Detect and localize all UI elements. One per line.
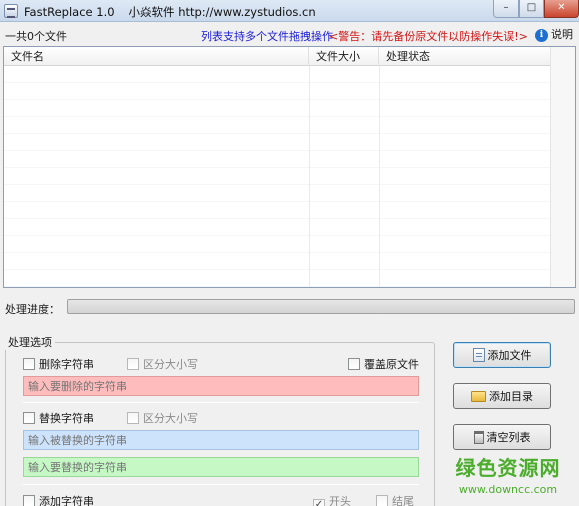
replace-string-input[interactable] [23,457,419,477]
column-header-filesize[interactable]: 文件大小 [309,47,379,66]
add-folder-button[interactable]: 添加目录 [453,383,551,409]
divider [23,484,419,485]
info-row: 一共0个文件 列表支持多个文件拖拽操作 <警告：请先备份原文件以防操作失误!> … [0,25,579,45]
replace-string-checkbox[interactable]: 替换字符串 [23,410,94,426]
app-icon [4,4,18,18]
progress-bar [67,299,575,314]
checkbox-box [376,495,388,506]
help-label: 说明 [551,28,573,41]
delete-case-label: 区分大小写 [143,358,198,371]
close-button[interactable]: ✕ [544,0,579,18]
replace-case-checkbox[interactable]: 区分大小写 [127,410,198,426]
add-start-label: 开头 [329,495,351,506]
add-end-label: 结尾 [392,495,414,506]
watermark-text: 绿色资源网 [455,456,561,480]
window-title: FastReplace 1.0 小焱软件 http://www.zystudios… [24,4,316,20]
folder-icon [471,390,486,402]
add-start-checkbox[interactable]: ✓ 开头 [313,493,351,506]
file-list[interactable]: 文件名 文件大小 处理状态 [3,46,576,288]
delete-case-checkbox[interactable]: 区分大小写 [127,356,198,372]
window-subtitle: 小焱软件 http://www.zystudios.cn [128,5,316,19]
checkbox-box [23,358,35,370]
trash-icon [473,430,484,444]
add-file-label: 添加文件 [487,349,532,362]
help-link[interactable]: i 说明 [535,26,573,42]
find-string-input[interactable] [23,430,419,450]
replace-string-label: 替换字符串 [39,412,94,425]
add-end-checkbox[interactable]: 结尾 [376,493,414,506]
list-scrollbar[interactable] [550,47,575,287]
add-string-label: 添加字符串 [39,495,94,506]
check-icon: ✓ [313,499,325,506]
checkbox-box [127,358,139,370]
add-string-checkbox[interactable]: 添加字符串 [23,493,94,506]
add-folder-label: 添加目录 [489,390,533,403]
drag-hint: 列表支持多个文件拖拽操作 [201,30,333,43]
watermark: 绿色资源网 www.downcc.com [438,452,578,496]
list-body[interactable] [4,66,551,287]
title-bar: FastReplace 1.0 小焱软件 http://www.zystudios… [0,0,579,22]
document-icon [472,348,485,362]
column-divider [309,66,310,287]
checkbox-box [127,412,139,424]
column-header-status[interactable]: 处理状态 [379,47,551,66]
column-header-filename[interactable]: 文件名 [4,47,309,66]
replace-case-label: 区分大小写 [143,412,198,425]
clear-list-button[interactable]: 清空列表 [453,424,551,450]
info-icon: i [535,28,548,42]
delete-string-label: 删除字符串 [39,358,94,371]
delete-string-input[interactable] [23,376,419,396]
overwrite-checkbox[interactable]: 覆盖原文件 [348,356,419,372]
watermark-url: www.downcc.com [458,483,558,496]
checkbox-box [23,412,35,424]
clear-list-label: 清空列表 [486,431,531,444]
column-divider [379,66,380,287]
list-header: 文件名 文件大小 处理状态 [4,47,575,66]
checkbox-box [23,495,35,506]
progress-label: 处理进度： [5,303,60,316]
overwrite-label: 覆盖原文件 [364,358,419,371]
file-count: 一共0个文件 [5,30,67,43]
maximize-button[interactable]: □ [519,0,544,18]
options-group-title: 处理选项 [5,334,55,350]
divider [23,402,419,403]
add-file-button[interactable]: 添加文件 [453,342,551,368]
backup-warning: <警告：请先备份原文件以防操作失误!> [329,30,528,43]
minimize-button[interactable]: – [493,0,519,18]
delete-string-checkbox[interactable]: 删除字符串 [23,356,94,372]
checkbox-box [348,358,360,370]
window-title-text: FastReplace 1.0 [24,5,115,19]
